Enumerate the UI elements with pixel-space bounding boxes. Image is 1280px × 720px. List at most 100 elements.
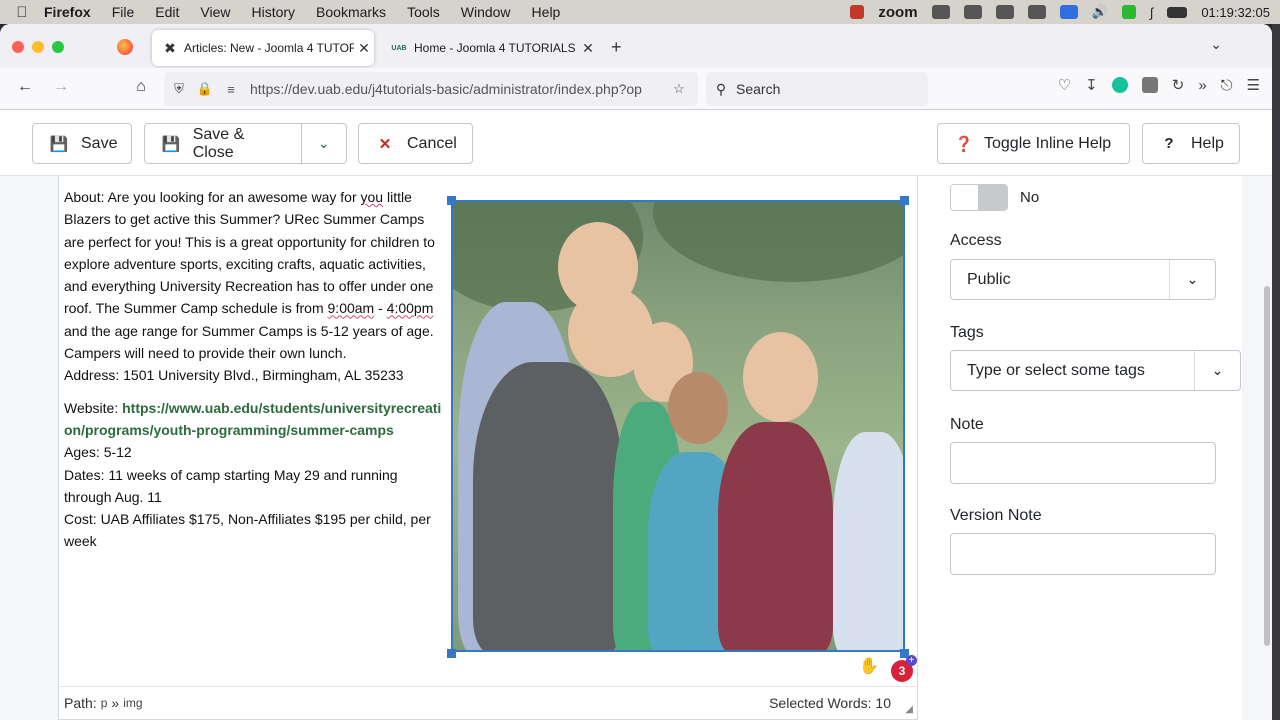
- toggle-inline-help-button[interactable]: ❓ Toggle Inline Help: [937, 123, 1130, 164]
- menu-tools[interactable]: Tools: [407, 4, 440, 20]
- resize-handle[interactable]: [447, 196, 456, 205]
- battery-app-icon[interactable]: [1121, 5, 1136, 19]
- desktop-edge: [1272, 24, 1280, 720]
- battery-icon[interactable]: [1167, 6, 1188, 18]
- chevron-down-icon[interactable]: ⌄: [1210, 36, 1222, 53]
- url-text[interactable]: https://dev.uab.edu/j4tutorials-basic/ad…: [250, 81, 664, 97]
- forward-icon[interactable]: →: [50, 78, 72, 96]
- featured-toggle[interactable]: [950, 184, 1008, 211]
- toggle-value: No: [1020, 189, 1040, 206]
- lock-icon[interactable]: 🔒: [194, 81, 216, 97]
- grammarly-icon[interactable]: [1111, 77, 1128, 93]
- save-close-button[interactable]: 💾 Save & Close ⌄: [144, 123, 347, 164]
- new-tab-icon[interactable]: +: [611, 37, 622, 58]
- article-editor[interactable]: About: Are you looking for an awesome wa…: [58, 176, 918, 720]
- home-icon[interactable]: ⌂: [130, 78, 152, 96]
- joomla-icon: ✖: [164, 39, 176, 56]
- misspelled-word[interactable]: 9:00am: [328, 300, 375, 316]
- menu-file[interactable]: File: [112, 4, 135, 20]
- save-options-dropdown[interactable]: ⌄: [300, 124, 346, 163]
- joomla-toolbar: 💾 Save 💾 Save & Close ⌄ ✕ Cancel ❓ Toggl…: [0, 110, 1272, 176]
- firefox-view-icon[interactable]: [117, 39, 133, 55]
- tags-select[interactable]: Type or select some tags ⌄: [950, 350, 1241, 391]
- shield-icon[interactable]: [995, 5, 1014, 19]
- shield-icon[interactable]: ⛨: [168, 81, 190, 97]
- menubar-status-area: zoom 🔊 ∫ 01:19:32:05: [850, 0, 1270, 24]
- sync-icon[interactable]: [963, 5, 982, 19]
- cancel-button[interactable]: ✕ Cancel: [358, 123, 473, 164]
- about-text: and the age range for Summer Camps is 5-…: [64, 322, 434, 362]
- menu-bookmarks[interactable]: Bookmarks: [316, 4, 386, 20]
- window-controls: [12, 41, 64, 53]
- access-value: Public: [967, 270, 1011, 288]
- menu-view[interactable]: View: [200, 4, 230, 20]
- hamburger-menu-icon[interactable]: ☰: [1247, 76, 1260, 94]
- resize-handle[interactable]: [447, 649, 456, 658]
- help-button[interactable]: ? Help: [1142, 123, 1240, 164]
- menu-history[interactable]: History: [251, 4, 295, 20]
- reload-icon[interactable]: ↻: [1172, 76, 1185, 94]
- people-icon[interactable]: [1027, 5, 1046, 19]
- about-text: -: [374, 300, 387, 317]
- zoom-window-button[interactable]: [52, 41, 64, 53]
- zoom-status[interactable]: zoom: [878, 4, 917, 21]
- menu-app-name[interactable]: Firefox: [44, 4, 91, 20]
- resize-handle[interactable]: [900, 196, 909, 205]
- permissions-icon[interactable]: ≡: [220, 82, 242, 97]
- url-bar[interactable]: ⛨ 🔒 ≡ https://dev.uab.edu/j4tutorials-ba…: [164, 72, 698, 106]
- photo-child: [473, 362, 623, 650]
- misspelled-word[interactable]: 4:00pm: [387, 300, 434, 316]
- minimize-window-button[interactable]: [32, 41, 44, 53]
- menu-edit[interactable]: Edit: [155, 4, 179, 20]
- note-input[interactable]: [950, 442, 1216, 484]
- version-note-input[interactable]: [950, 533, 1216, 575]
- tab-home[interactable]: UAB Home - Joomla 4 TUTORIALS ✕: [380, 30, 598, 66]
- save-button[interactable]: 💾 Save: [32, 123, 132, 164]
- tags-placeholder: Type or select some tags: [967, 361, 1145, 379]
- tab-title: Articles: New - Joomla 4 TUTORIALS: [184, 41, 354, 55]
- extensions-icon[interactable]: ⎋: [1221, 77, 1233, 94]
- save-icon: 💾: [49, 135, 69, 153]
- record-icon[interactable]: [850, 5, 865, 19]
- navigation-bar: ← → ⌂ ⛨ 🔒 ≡ https://dev.uab.edu/j4tutori…: [0, 68, 1272, 110]
- menu-help[interactable]: Help: [532, 4, 561, 20]
- hand-icon[interactable]: ✋: [859, 656, 879, 676]
- search-bar[interactable]: ⚲ Search: [706, 72, 928, 106]
- bluetooth-icon[interactable]: ∫: [1150, 5, 1154, 20]
- close-tab-icon[interactable]: ✕: [354, 40, 374, 57]
- extension-h-icon[interactable]: [1141, 77, 1158, 93]
- overflow-chevron-icon[interactable]: »: [1198, 77, 1206, 94]
- clock-text[interactable]: 01:19:32:05: [1201, 5, 1270, 20]
- back-icon[interactable]: ←: [14, 78, 36, 96]
- summer-camp-photo[interactable]: [451, 200, 905, 652]
- close-tab-icon[interactable]: ✕: [578, 40, 598, 57]
- download-icon[interactable]: ↧: [1085, 76, 1098, 94]
- volume-icon[interactable]: 🔊: [1092, 4, 1108, 20]
- version-note-label: Version Note: [950, 507, 1042, 524]
- resize-grip-icon[interactable]: ◢: [905, 704, 913, 715]
- path-p[interactable]: p: [101, 696, 108, 710]
- chevron-down-icon: ⌄: [1194, 351, 1240, 390]
- bookmark-star-icon[interactable]: ☆: [668, 81, 690, 97]
- photo-child: [743, 332, 818, 422]
- close-window-button[interactable]: [12, 41, 24, 53]
- menu-window[interactable]: Window: [461, 4, 511, 20]
- plus-icon[interactable]: +: [906, 655, 917, 666]
- help-label: Help: [1191, 134, 1224, 152]
- details-paragraph[interactable]: Website: https://www.uab.edu/students/un…: [64, 397, 444, 553]
- access-select[interactable]: Public ⌄: [950, 259, 1216, 300]
- note-label: Note: [950, 416, 984, 433]
- pocket-icon[interactable]: ♡: [1058, 76, 1071, 94]
- creative-cloud-icon[interactable]: [931, 5, 950, 19]
- path-img[interactable]: img: [123, 696, 142, 710]
- page-scrollbar[interactable]: [1264, 286, 1270, 646]
- tab-articles-new[interactable]: ✖ Articles: New - Joomla 4 TUTORIALS ✕: [152, 30, 374, 66]
- app-icon[interactable]: [1059, 5, 1078, 19]
- about-paragraph[interactable]: About: Are you looking for an awesome wa…: [64, 186, 444, 387]
- close-icon: ✕: [378, 135, 392, 153]
- misspelled-word[interactable]: you: [361, 189, 384, 205]
- editor-text[interactable]: About: Are you looking for an awesome wa…: [64, 186, 444, 563]
- apple-icon[interactable]: : [0, 4, 44, 21]
- question-circle-icon: ❓: [954, 135, 974, 153]
- uab-icon: UAB: [391, 44, 407, 52]
